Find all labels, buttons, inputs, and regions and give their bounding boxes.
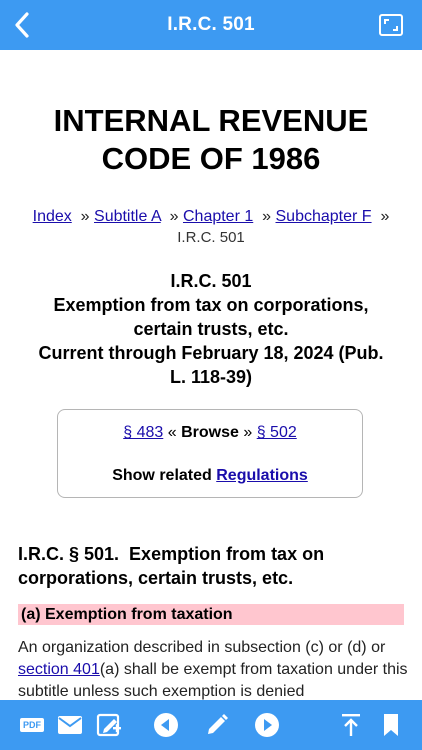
page-title: I.R.C. 501 [167, 14, 255, 35]
previous-section-link[interactable]: § 483 [123, 424, 163, 441]
document-content[interactable]: INTERNAL REVENUE CODE OF 1986 Index » Su… [0, 50, 422, 700]
breadcrumb-current: I.R.C. 501 [177, 229, 245, 246]
related-prefix: Show related [112, 467, 212, 484]
section-header: I.R.C. 501 Exemption from tax on corpora… [10, 269, 412, 389]
section-heading: I.R.C. § 501. Exemption from tax on corp… [18, 542, 408, 590]
section-heading-line-1: I.R.C. § 501. Exemption from tax on [18, 544, 325, 564]
document-title: INTERNAL REVENUE CODE OF 1986 [0, 102, 422, 178]
next-icon [255, 713, 279, 737]
previous-icon [154, 713, 178, 737]
breadcrumb-separator: » [80, 208, 90, 225]
currency-note-line-2: L. 118-39) [169, 367, 253, 387]
document-title-line-1: INTERNAL REVENUE [53, 103, 369, 138]
section-401-link[interactable]: section 401 [18, 661, 100, 678]
section-heading-line-2: corporations, certain trusts, etc. [18, 568, 294, 588]
pdf-button[interactable]: PDF [18, 711, 46, 739]
previous-button[interactable] [152, 711, 180, 739]
mail-icon [58, 716, 82, 734]
breadcrumb: Index » Subtitle A » Chapter 1 » Subchap… [10, 206, 412, 248]
bookmark-button[interactable] [377, 711, 405, 739]
browse-next-separator: » [243, 424, 253, 441]
add-note-button[interactable] [95, 711, 123, 739]
pdf-icon: PDF [20, 718, 44, 732]
breadcrumb-subtitle-link[interactable]: Subtitle A [94, 208, 161, 225]
currency-note-line-1: Current through February 18, 2024 (Pub. [38, 343, 384, 363]
section-name-line-1: Exemption from tax on corporations, [53, 295, 369, 315]
edit-note-icon [96, 713, 121, 737]
subsection-heading: (a) Exemption from taxation [18, 604, 404, 625]
breadcrumb-subchapter-link[interactable]: Subchapter F [276, 208, 372, 225]
bookmark-icon [384, 714, 398, 736]
fullscreen-button[interactable] [378, 12, 404, 38]
browse-box: § 483 « Browse » § 502 Show related Regu… [57, 409, 363, 498]
top-navigation-bar: I.R.C. 501 [0, 0, 422, 50]
breadcrumb-index-link[interactable]: Index [33, 208, 72, 225]
next-button[interactable] [253, 711, 281, 739]
related-regulations: Show related Regulations [58, 467, 362, 485]
scroll-top-button[interactable] [337, 711, 365, 739]
pencil-icon [208, 714, 228, 734]
scroll-top-icon [342, 714, 360, 736]
chevron-left-icon [15, 12, 29, 38]
annotate-button[interactable] [203, 711, 231, 739]
browse-navigation: § 483 « Browse » § 502 [58, 424, 362, 442]
section-name-line-2: certain trusts, etc. [133, 319, 289, 339]
browse-prev-separator: « [167, 424, 177, 441]
back-button[interactable] [8, 9, 36, 41]
breadcrumb-separator: » [380, 208, 390, 225]
section-code: I.R.C. 501 [170, 271, 252, 291]
fullscreen-icon [379, 14, 403, 36]
breadcrumb-chapter-link[interactable]: Chapter 1 [183, 208, 253, 225]
document-title-line-2: CODE OF 1986 [101, 141, 321, 176]
breadcrumb-separator: » [262, 208, 272, 225]
regulations-link[interactable]: Regulations [216, 467, 308, 484]
email-button[interactable] [56, 711, 84, 739]
browse-label: Browse [181, 424, 239, 441]
next-section-link[interactable]: § 502 [257, 424, 297, 441]
text-part-1: An organization described in subsection … [18, 639, 386, 656]
breadcrumb-separator: » [169, 208, 179, 225]
bottom-toolbar: PDF [0, 700, 422, 750]
subsection-text: An organization described in subsection … [18, 637, 410, 700]
